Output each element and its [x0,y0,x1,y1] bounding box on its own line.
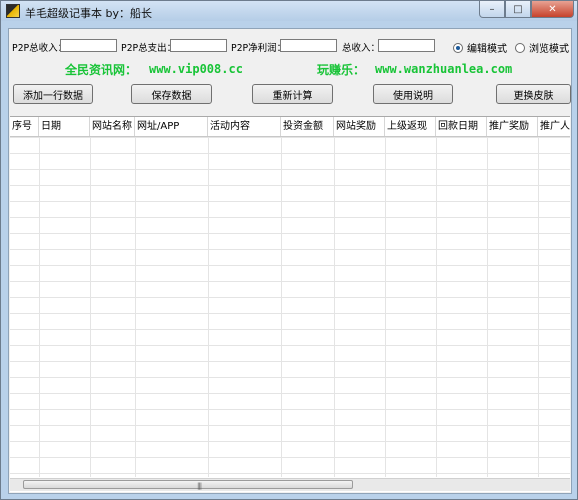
recalculate-button[interactable]: 重新计算 [252,84,333,104]
app-icon [6,4,20,18]
save-button[interactable]: 保存数据 [131,84,212,104]
site2-name: 玩赚乐： [317,63,366,77]
total-expense-label: P2P总支出： [121,43,177,54]
column-divider [385,137,386,477]
column-divider [436,137,437,477]
window-controls: – □ ✕ [479,1,574,19]
edit-mode-label: 编辑模式 [467,44,507,55]
client-area: P2P总收入： P2P总支出： P2P净利润： 总收入： 编辑模式 浏览模式 全… [8,28,572,494]
column-divider [334,137,335,477]
column-header-site-name[interactable]: 网站名称 [90,117,135,136]
app-window: 羊毛超级记事本 by：船长 – □ ✕ P2P总收入： P2P总支出： P2P净… [0,0,578,500]
site1-name: 全民资讯网： [65,63,138,77]
net-profit-input[interactable] [280,39,337,52]
maximize-button[interactable]: □ [505,1,531,18]
window-title: 羊毛超级记事本 by：船长 [25,7,152,20]
browse-mode-radio[interactable]: 浏览模式 [515,40,569,55]
grid-header: 序号 日期 网站名称 网址/APP 活动内容 投资金额 网站奖励 上级返现 回款… [10,117,570,137]
column-header-promo-reward[interactable]: 推广奖励 [487,117,538,136]
column-divider [39,137,40,477]
site1-url[interactable]: www.vip008.cc [149,62,243,76]
column-header-cashback[interactable]: 上级返现 [385,117,436,136]
grand-income-input[interactable] [378,39,435,52]
column-header-site-reward[interactable]: 网站奖励 [334,117,385,136]
total-income-input[interactable] [60,39,117,52]
close-button[interactable]: ✕ [531,1,574,18]
column-divider [487,137,488,477]
help-button[interactable]: 使用说明 [373,84,453,104]
column-header-activity[interactable]: 活动内容 [208,117,281,136]
browse-mode-label: 浏览模式 [529,44,569,55]
column-divider [208,137,209,477]
column-divider [538,137,539,477]
column-divider [135,137,136,477]
column-header-index[interactable]: 序号 [10,117,39,136]
column-divider [90,137,91,477]
edit-mode-radio[interactable]: 编辑模式 [453,40,507,55]
column-header-url[interactable]: 网址/APP [135,117,208,136]
column-header-date[interactable]: 日期 [39,117,90,136]
minimize-button[interactable]: – [479,1,505,18]
site2-url[interactable]: www.wanzhuanlea.com [375,62,512,76]
grand-income-label: 总收入： [342,43,381,54]
scrollbar-thumb[interactable]: ||| [23,480,353,490]
title-bar[interactable]: 羊毛超级记事本 by：船长 – □ ✕ [1,1,577,21]
column-divider [281,137,282,477]
column-header-promo-count[interactable]: 推广人数 [538,117,570,136]
grip-icon: ||| [197,482,202,490]
column-header-repay-date[interactable]: 回款日期 [436,117,487,136]
total-income-label: P2P总收入： [12,43,68,54]
radio-selected-icon [453,42,463,53]
horizontal-scrollbar[interactable]: ||| [10,478,570,491]
add-row-button[interactable]: 添加一行数据 [13,84,93,104]
change-skin-button[interactable]: 更换皮肤 [496,84,571,104]
total-expense-input[interactable] [170,39,227,52]
data-grid[interactable]: 序号 日期 网站名称 网址/APP 活动内容 投资金额 网站奖励 上级返现 回款… [10,116,570,492]
grid-rows[interactable] [10,137,570,477]
radio-unselected-icon [515,42,525,53]
column-header-investment[interactable]: 投资金额 [281,117,334,136]
net-profit-label: P2P净利润： [231,43,287,54]
